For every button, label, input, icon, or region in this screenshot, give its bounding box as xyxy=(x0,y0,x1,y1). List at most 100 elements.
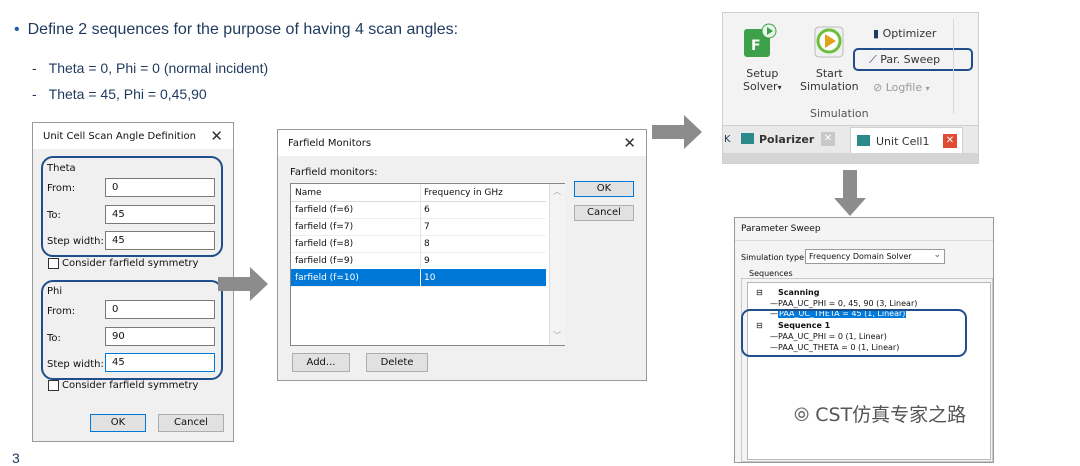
start-simulation-label: Start xyxy=(815,67,843,80)
setup-solver-label-2: Solver xyxy=(743,80,778,93)
close-icon[interactable]: ✕ xyxy=(210,127,223,145)
row-name: farfield (f=10) xyxy=(295,273,359,283)
table-row[interactable]: farfield (f=7) 7 xyxy=(291,218,546,236)
ok-button[interactable]: OK xyxy=(90,414,146,432)
close-tab-icon[interactable]: ✕ xyxy=(821,132,835,146)
setup-solver-label: Setup xyxy=(746,67,779,80)
row-name: farfield (f=8) xyxy=(295,239,354,249)
phi-highlight xyxy=(41,280,223,380)
table-row[interactable]: farfield (f=6) 6 xyxy=(291,201,546,219)
tree-leaf[interactable]: —PAA_UC_PHI = 0, 45, 90 (3, Linear) xyxy=(770,299,917,308)
slide-bullet: • Define 2 sequences for the purpose of h… xyxy=(14,21,459,38)
bullet-item-2: - Theta = 45, Phi = 0,45,90 xyxy=(32,86,207,102)
tab-polarizer[interactable]: Polarizer ✕ xyxy=(739,129,846,151)
phi-symmetry-label: Consider farfield symmetry xyxy=(62,380,199,391)
arrow-right-icon xyxy=(652,115,702,149)
start-simulation-icon[interactable] xyxy=(811,23,847,59)
chevron-down-icon[interactable]: ﹀ xyxy=(553,330,561,341)
table-header: Name Frequency in GHz xyxy=(291,184,546,202)
phi-symmetry-checkbox[interactable] xyxy=(48,380,59,391)
slide-number: 3 xyxy=(12,450,20,466)
table-row[interactable]: farfield (f=8) 8 xyxy=(291,235,546,253)
tab-scroll-left-icon[interactable]: K xyxy=(724,134,731,145)
canvas-strip xyxy=(723,153,978,163)
bullet-item-1: - Theta = 0, Phi = 0 (normal incident) xyxy=(32,60,269,76)
dropdown-arrow-icon: ▾ xyxy=(925,84,930,93)
farfield-table: Name Frequency in GHz farfield (f=6) 6 fa… xyxy=(290,183,565,346)
logfile-button[interactable]: ⊘ Logfile ▾ xyxy=(873,81,930,94)
paperclip-icon: ⊘ xyxy=(873,81,883,94)
row-frequency: 9 xyxy=(424,256,430,266)
tree-leaf-label: PAA_UC_PHI = 0, 45, 90 (3, Linear) xyxy=(778,299,918,308)
watermark-text: CST仿真专家之路 xyxy=(815,404,967,426)
tab-unit-cell1[interactable]: Unit Cell1 ✕ xyxy=(850,127,963,154)
chevron-down-icon[interactable]: ⌄ xyxy=(933,250,941,260)
logfile-label: Logfile xyxy=(885,81,923,94)
start-simulation-label-2: Simulation xyxy=(800,80,859,93)
sim-type-select[interactable]: Frequency Domain Solver ⌄ xyxy=(805,249,945,264)
column-header[interactable]: Frequency in GHz xyxy=(424,188,503,198)
par-sweep-icon: ⟋ xyxy=(869,53,877,66)
farfield-monitors-dialog: Farfield Monitors ✕ Farfield monitors: N… xyxy=(277,129,647,381)
wechat-icon: ⦾ xyxy=(794,404,810,426)
ribbon-group-label: Simulation xyxy=(810,107,869,120)
farfield-list-label: Farfield monitors: xyxy=(290,167,378,178)
table-row[interactable]: farfield (f=9) 9 xyxy=(291,252,546,270)
theta-highlight xyxy=(41,156,223,257)
vertical-scrollbar[interactable]: ︿ ﹀ xyxy=(549,184,565,345)
dialog-title: Parameter Sweep xyxy=(741,224,821,234)
dialog-title: Farfield Monitors xyxy=(288,138,372,149)
bullet-item-text: Theta = 45, Phi = 0,45,90 xyxy=(48,86,207,102)
close-icon[interactable]: ✕ xyxy=(623,134,636,152)
optimizer-button[interactable]: ▮ Optimizer xyxy=(873,27,936,40)
row-frequency: 8 xyxy=(424,239,430,249)
watermark: ⦾ CST仿真专家之路 xyxy=(794,400,966,427)
tab-label: Unit Cell1 xyxy=(876,135,930,148)
close-tab-icon[interactable]: ✕ xyxy=(943,134,957,148)
par-sweep-button[interactable]: ⟋ Par. Sweep xyxy=(869,53,940,67)
tree-expander-icon[interactable]: ⊟ xyxy=(756,288,763,297)
arrow-down-icon xyxy=(834,170,866,216)
cancel-button[interactable]: Cancel xyxy=(574,205,634,221)
dialog-title: Unit Cell Scan Angle Definition xyxy=(43,131,196,142)
sim-type-label: Simulation type: xyxy=(741,253,807,262)
ribbon-divider xyxy=(953,19,954,114)
row-frequency: 7 xyxy=(424,222,430,232)
document-icon xyxy=(857,135,870,146)
ok-button[interactable]: OK xyxy=(574,181,634,197)
cst-ribbon: F Setup Solver▾ Start Simulation ▮ Optim… xyxy=(722,12,979,164)
document-tab-bar: K Polarizer ✕ Unit Cell1 ✕ xyxy=(723,125,978,154)
par-sweep-label: Par. Sweep xyxy=(880,53,941,66)
tab-label: Polarizer xyxy=(759,133,815,146)
start-simulation-button[interactable]: Start Simulation xyxy=(800,67,859,93)
scan-angle-dialog: Unit Cell Scan Angle Definition ✕ Theta … xyxy=(32,122,234,442)
row-name: farfield (f=7) xyxy=(295,222,354,232)
sim-type-value: Frequency Domain Solver xyxy=(809,252,912,261)
setup-solver-button[interactable]: Setup Solver▾ xyxy=(743,67,782,93)
add-button[interactable]: Add... xyxy=(292,353,350,372)
bullet-text: Define 2 sequences for the purpose of ha… xyxy=(27,21,459,38)
cancel-button[interactable]: Cancel xyxy=(158,414,224,432)
row-frequency: 10 xyxy=(424,273,436,283)
theta-symmetry-label: Consider farfield symmetry xyxy=(62,258,199,269)
dropdown-arrow-icon: ▾ xyxy=(777,83,782,92)
arrow-right-icon xyxy=(218,267,268,301)
row-name: farfield (f=6) xyxy=(295,205,354,215)
document-icon xyxy=(741,133,754,144)
bullet-item-text: Theta = 0, Phi = 0 (normal incident) xyxy=(48,60,269,76)
row-name: farfield (f=9) xyxy=(295,256,354,266)
svg-text:F: F xyxy=(751,38,761,54)
column-header[interactable]: Name xyxy=(295,188,322,198)
delete-button[interactable]: Delete xyxy=(366,353,428,372)
title-divider xyxy=(735,240,993,241)
optimizer-label: Optimizer xyxy=(882,27,937,40)
chevron-up-icon[interactable]: ︿ xyxy=(553,186,561,197)
table-row-selected[interactable]: farfield (f=10) 10 xyxy=(291,269,546,287)
optimizer-icon: ▮ xyxy=(873,27,880,40)
theta-symmetry-checkbox[interactable] xyxy=(48,258,59,269)
row-frequency: 6 xyxy=(424,205,430,215)
tree-node-scanning[interactable]: Scanning xyxy=(778,288,819,297)
sequences-label: Sequences xyxy=(749,269,793,278)
dialog-titlebar: Farfield Monitors ✕ xyxy=(278,130,646,156)
setup-solver-icon[interactable]: F xyxy=(742,23,778,59)
